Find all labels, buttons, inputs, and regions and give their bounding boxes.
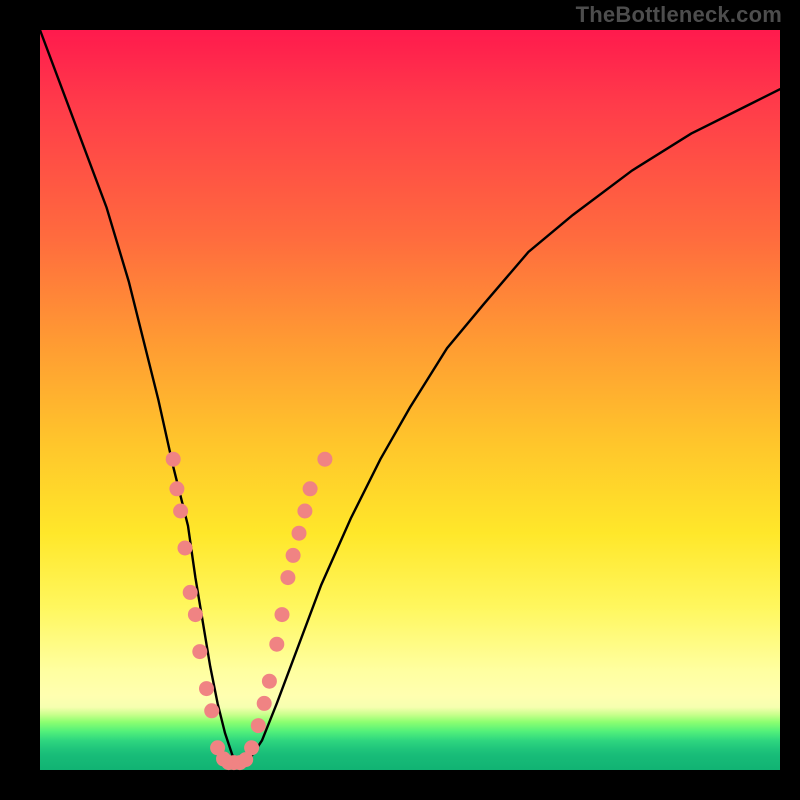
marker-dot — [178, 541, 193, 556]
bottleneck-curve — [40, 30, 780, 763]
marker-dot — [183, 585, 198, 600]
marker-dot — [188, 607, 203, 622]
marker-dot — [166, 452, 181, 467]
marker-dot — [303, 481, 318, 496]
marker-dot — [269, 637, 284, 652]
curve-markers — [166, 452, 333, 770]
marker-dot — [169, 481, 184, 496]
marker-dot — [292, 526, 307, 541]
marker-dot — [280, 570, 295, 585]
marker-dot — [199, 681, 214, 696]
marker-dot — [244, 740, 259, 755]
marker-dot — [251, 718, 266, 733]
marker-dot — [204, 703, 219, 718]
marker-dot — [275, 607, 290, 622]
marker-dot — [286, 548, 301, 563]
marker-dot — [192, 644, 207, 659]
marker-dot — [262, 674, 277, 689]
marker-dot — [257, 696, 272, 711]
marker-dot — [297, 504, 312, 519]
marker-dot — [317, 452, 332, 467]
chart-frame: TheBottleneck.com — [0, 0, 800, 800]
chart-svg — [40, 30, 780, 770]
marker-dot — [173, 504, 188, 519]
watermark-text: TheBottleneck.com — [576, 4, 782, 26]
plot-area — [40, 30, 780, 770]
